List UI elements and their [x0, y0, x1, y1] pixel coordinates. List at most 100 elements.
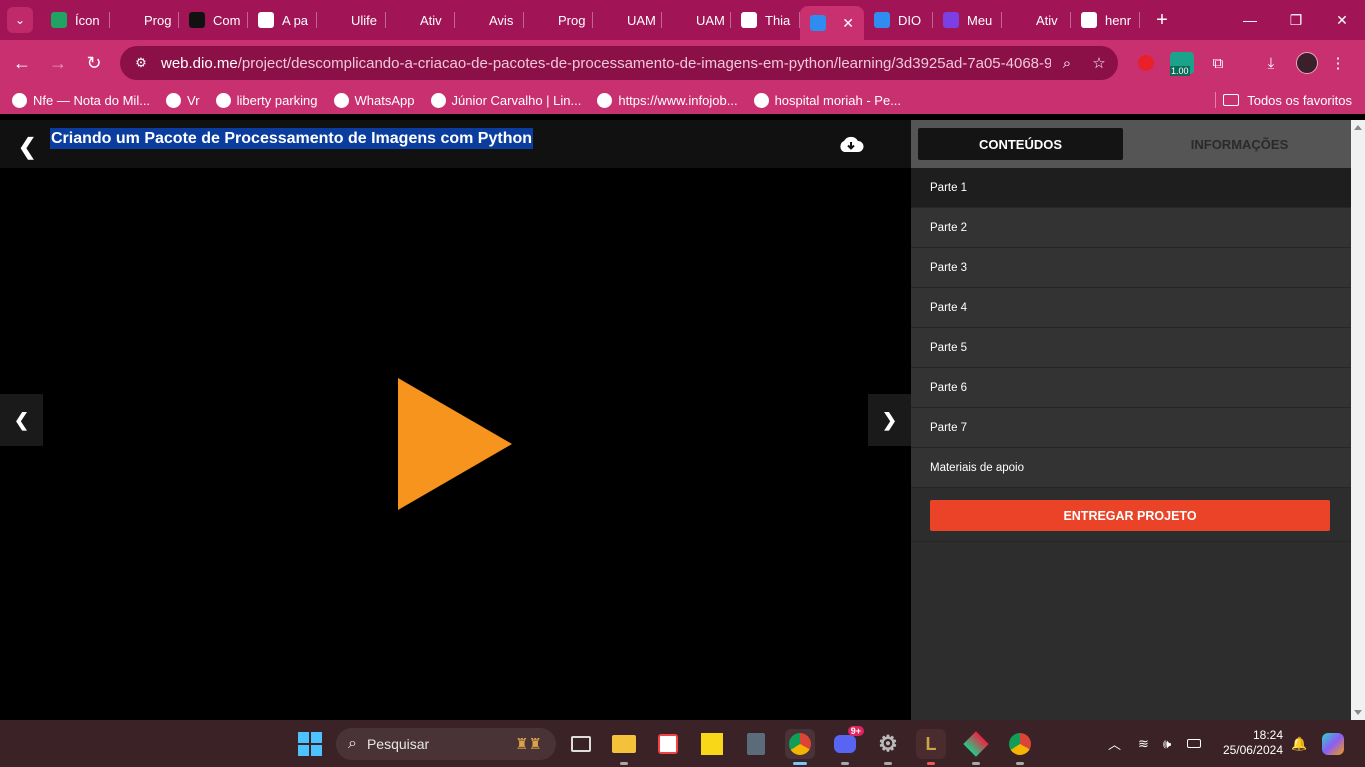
bookmark-label: https://www.infojob... [618, 92, 738, 108]
browser-tab[interactable]: Prog [110, 0, 179, 40]
copilot-icon[interactable] [1322, 720, 1344, 767]
browser-tab[interactable]: Avis [455, 0, 524, 40]
browser-tab[interactable]: Thia [731, 0, 800, 40]
browser-tab[interactable]: A pa [248, 0, 317, 40]
close-window-icon[interactable]: ✕ [1319, 0, 1365, 40]
snipping-tool-icon[interactable] [653, 729, 683, 759]
bookmark-label: liberty parking [236, 92, 318, 108]
notification-bell-icon[interactable]: 🔔 [1291, 720, 1307, 767]
previous-lesson-chevron-icon[interactable]: ❮ [0, 394, 43, 446]
lesson-item[interactable]: Parte 3 [911, 248, 1351, 288]
bookmark-item[interactable]: Júnior Carvalho | Lin... [430, 92, 581, 108]
chrome-profile-icon[interactable] [1005, 729, 1035, 765]
browser-tab[interactable]: Ícon [41, 0, 110, 40]
volume-icon[interactable]: 🕪 [1163, 720, 1171, 767]
bookmark-star-icon[interactable]: ☆ [1083, 54, 1115, 72]
deliver-project-button[interactable]: ENTREGAR PROJETO [930, 500, 1330, 531]
bookmark-item[interactable]: hospital moriah - Pe... [753, 92, 902, 108]
sticky-notes-icon[interactable] [697, 729, 727, 759]
taskbar-search[interactable]: ⌕ Pesquisar ♜♜ [336, 728, 556, 760]
tab-title: A pa [282, 12, 309, 28]
scroll-up-icon[interactable] [1354, 125, 1362, 130]
taskbar-search-label: Pesquisar [366, 736, 430, 752]
browser-tab[interactable]: Ativ [386, 0, 455, 40]
video-player[interactable]: ❮ ❯ [0, 168, 911, 720]
bookmark-item[interactable]: liberty parking [215, 92, 318, 108]
tab-title: UAM [696, 12, 725, 28]
tab-title: Ícon [75, 12, 100, 28]
ulife-icon [672, 12, 688, 28]
browser-tab[interactable]: Ulife [317, 0, 386, 40]
profile-avatar[interactable] [1294, 50, 1320, 76]
play-icon[interactable] [398, 378, 512, 510]
browser-tab[interactable]: UAM [662, 0, 731, 40]
all-bookmarks-label: Todos os favoritos [1247, 92, 1352, 108]
stop-hand-extension-icon[interactable] [1133, 50, 1159, 76]
lesson-item[interactable]: Materiais de apoio [911, 448, 1351, 488]
bookmarks-divider [1215, 92, 1216, 108]
url-text[interactable]: web.dio.me/project/descomplicando-a-cria… [161, 55, 1051, 72]
league-of-legends-icon[interactable]: L [916, 729, 946, 765]
lesson-item[interactable]: Parte 1 [911, 168, 1351, 208]
downloads-icon[interactable]: ⤓ [1258, 50, 1284, 76]
browser-tab[interactable]: Prog [524, 0, 593, 40]
browser-tab[interactable]: Com [179, 0, 248, 40]
browser-tab-strip: ⌄ Ícon Prog Com A pa Ulife Ativ Avis Prog UAM UAM… [0, 0, 1365, 40]
tab-search-button[interactable]: ⌄ [7, 7, 33, 33]
back-arrow-icon[interactable]: ← [4, 45, 40, 81]
speed-extension-icon[interactable]: 1.00 [1168, 50, 1196, 76]
lesson-item[interactable]: Parte 2 [911, 208, 1351, 248]
new-tab-button[interactable]: + [1148, 6, 1176, 34]
site-info-icon[interactable]: ⚙ [126, 55, 156, 71]
zoom-search-icon[interactable]: ⌕ [1051, 55, 1083, 72]
browser-tab[interactable]: UAM [593, 0, 662, 40]
task-view-icon[interactable] [566, 729, 596, 759]
minimize-icon[interactable]: — [1227, 0, 1273, 40]
forward-arrow-icon[interactable]: → [40, 45, 76, 81]
globe-icon [12, 92, 27, 108]
browser-tab[interactable]: Ativ [1002, 0, 1071, 40]
chrome-icon[interactable] [785, 729, 815, 765]
file-explorer-icon[interactable] [609, 729, 639, 765]
tab-information[interactable]: INFORMAÇÕES [1131, 128, 1348, 160]
browser-tab[interactable]: DIO [864, 0, 933, 40]
wifi-icon[interactable]: ≋ [1138, 720, 1149, 767]
taskbar-clock[interactable]: 18:24 25/06/2024 [1213, 728, 1283, 758]
cloud-download-icon[interactable] [838, 134, 864, 154]
menu-kebab-icon[interactable]: ⋮ [1325, 50, 1351, 76]
bookmark-item[interactable]: WhatsApp [333, 92, 415, 108]
reload-icon[interactable]: ↻ [76, 45, 112, 81]
bookmark-item[interactable]: https://www.infojob... [597, 92, 738, 108]
next-lesson-chevron-icon[interactable]: ❯ [868, 394, 911, 446]
scroll-down-icon[interactable] [1354, 710, 1362, 715]
close-tab-icon[interactable]: ✕ [842, 15, 854, 32]
settings-gear-icon[interactable]: ⚙ [873, 729, 903, 765]
browser-tab[interactable]: henr [1071, 0, 1140, 40]
browser-tab[interactable]: Meu [933, 0, 1002, 40]
tray-overflow-chevron-icon[interactable]: ︿ [1108, 720, 1121, 767]
lesson-item[interactable]: Parte 5 [911, 328, 1351, 368]
extensions-puzzle-icon[interactable]: ⧉ [1205, 50, 1231, 76]
bookmark-item[interactable]: Nfe — Nota do Mil... [12, 92, 150, 108]
discord-icon[interactable]: 9+ [830, 726, 864, 765]
tab-contents[interactable]: CONTEÚDOS [918, 128, 1123, 160]
lesson-item[interactable]: Parte 7 [911, 408, 1351, 448]
all-bookmarks-button[interactable]: Todos os favoritos [1223, 86, 1352, 114]
bookmark-item[interactable]: Vr [166, 92, 200, 108]
restore-icon[interactable]: ❐ [1273, 0, 1319, 40]
bookmark-label: hospital moriah - Pe... [774, 92, 902, 108]
browser-tab[interactable]: ✕ [800, 6, 864, 40]
lesson-item[interactable]: Parte 6 [911, 368, 1351, 408]
address-bar[interactable]: ⚙ web.dio.me/project/descomplicando-a-cr… [120, 46, 1118, 80]
windows-start-icon[interactable] [298, 732, 322, 756]
folder-icon [1223, 94, 1240, 106]
ulife-icon [943, 12, 959, 28]
lesson-item[interactable]: Parte 4 [911, 288, 1351, 328]
git-tool-icon[interactable] [961, 729, 991, 765]
window-controls: — ❐ ✕ [1227, 0, 1365, 40]
back-chevron-icon[interactable]: ❮ [18, 134, 36, 160]
page-scrollbar[interactable] [1351, 120, 1365, 720]
battery-icon[interactable] [1187, 720, 1201, 767]
calculator-icon[interactable] [741, 729, 771, 759]
ulife-icon [534, 12, 550, 28]
